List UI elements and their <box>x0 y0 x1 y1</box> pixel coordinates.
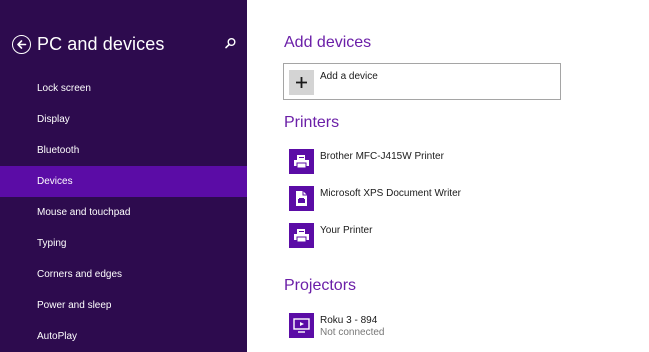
printer-icon <box>289 149 314 174</box>
sidebar-title: PC and devices <box>37 33 165 54</box>
sidebar-item-typing[interactable]: Typing <box>0 228 247 259</box>
projector-name: Roku 3 - 894 <box>320 315 378 326</box>
sidebar-item-mouse-and-touchpad[interactable]: Mouse and touchpad <box>0 197 247 228</box>
add-device-label: Add a device <box>320 71 378 82</box>
printer-name: Brother MFC-J415W Printer <box>320 151 444 162</box>
printer-name: Microsoft XPS Document Writer <box>320 188 461 199</box>
back-arrow-icon[interactable] <box>12 34 31 54</box>
sidebar-item-display[interactable]: Display <box>0 104 247 135</box>
plus-icon <box>289 70 314 95</box>
sidebar-item-lock-screen[interactable]: Lock screen <box>0 73 247 104</box>
projector-status: Not connected <box>320 327 385 338</box>
sidebar-item-corners-and-edges[interactable]: Corners and edges <box>0 259 247 290</box>
add-devices-heading: Add devices <box>284 34 372 51</box>
sidebar-item-devices[interactable]: Devices <box>0 166 247 197</box>
sidebar-item-autoplay[interactable]: AutoPlay <box>0 321 247 352</box>
printer-icon <box>289 223 314 248</box>
projectors-heading: Projectors <box>284 277 357 294</box>
main-content: Add devices Add a device Printers Brothe… <box>247 0 649 352</box>
sidebar-item-power-and-sleep[interactable]: Power and sleep <box>0 290 247 321</box>
add-device-button[interactable]: Add a device <box>283 63 561 100</box>
printers-heading: Printers <box>284 114 340 131</box>
printer-name: Your Printer <box>320 225 373 236</box>
sidebar-header: PC and devices <box>12 31 238 57</box>
document-printer-icon <box>289 186 314 211</box>
sidebar: PC and devices Lock screen Display Bluet… <box>0 0 247 352</box>
projector-icon <box>289 313 314 338</box>
sidebar-item-bluetooth[interactable]: Bluetooth <box>0 135 247 166</box>
search-icon[interactable] <box>222 36 238 52</box>
sidebar-nav: Lock screen Display Bluetooth Devices Mo… <box>0 73 247 352</box>
